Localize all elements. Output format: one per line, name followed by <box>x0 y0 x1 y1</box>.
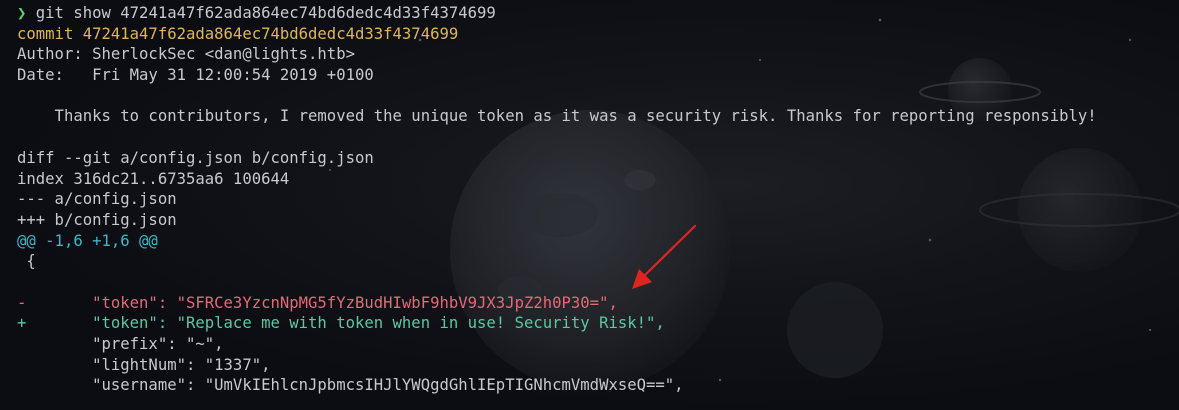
diff-context-username: "username": "UmVkIEhlcnJpbmcsIHJlYWQgdGh… <box>17 376 684 395</box>
diff-open-brace: { <box>17 252 36 271</box>
diff-hunk-header: @@ -1,6 +1,6 @@ <box>17 231 158 250</box>
diff-header: diff --git a/config.json b/config.json <box>17 148 374 167</box>
prompt-line: ❯ git show 47241a47f62ada864ec74bd6dedc4… <box>17 3 1179 24</box>
terminal-output: ❯ git show 47241a47f62ada864ec74bd6dedc4… <box>17 3 1179 396</box>
diff-removed-token-line: - "token": "SFRCe3YzcnNpMG5fYzBudHIwbF9h… <box>17 293 618 312</box>
diff-old-file: --- a/config.json <box>17 190 177 209</box>
git-command: git show 47241a47f62ada864ec74bd6dedc4d3… <box>26 4 496 22</box>
author-line: Author: SherlockSec <dan@lights.htb> <box>17 45 355 64</box>
terminal-window[interactable]: ❯ git show 47241a47f62ada864ec74bd6dedc4… <box>0 0 1179 410</box>
diff-new-file: +++ b/config.json <box>17 210 177 229</box>
date-line: Date: Fri May 31 12:00:54 2019 +0100 <box>17 66 374 85</box>
diff-added-token-line: + "token": "Replace me with token when i… <box>17 314 665 333</box>
diff-index: index 316dc21..6735aa6 100644 <box>17 169 290 188</box>
prompt-arrow-icon: ❯ <box>17 4 27 22</box>
commit-hash-line: commit 47241a47f62ada864ec74bd6dedc4d33f… <box>17 24 459 43</box>
diff-context-prefix: "prefix": "~", <box>17 335 224 353</box>
diff-context-lightnum: "lightNum": "1337", <box>17 355 271 374</box>
commit-message: Thanks to contributors, I removed the un… <box>17 107 1097 126</box>
